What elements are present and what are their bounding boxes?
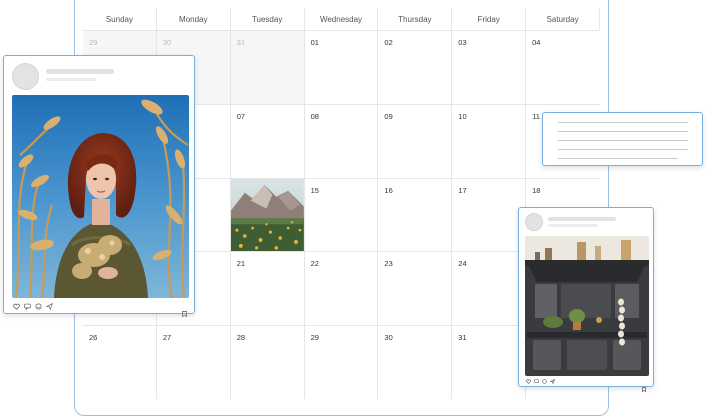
- calendar-day[interactable]: 21: [230, 251, 305, 326]
- post-actions: [13, 303, 53, 310]
- day-number: 04: [532, 38, 541, 47]
- text-line-placeholder: [558, 158, 678, 160]
- heart-icon[interactable]: [13, 303, 20, 310]
- weekday-header: Saturday: [526, 8, 600, 30]
- weekday-header: Wednesday: [304, 8, 379, 30]
- day-number: 18: [532, 185, 541, 195]
- calendar-day[interactable]: 30: [378, 325, 453, 399]
- calendar-day[interactable]: 03: [452, 30, 527, 104]
- day-number: 31: [458, 333, 467, 343]
- day-number: 26: [89, 333, 98, 343]
- text-line-placeholder: [558, 131, 688, 133]
- emoji-icon[interactable]: [542, 379, 547, 384]
- calendar-day[interactable]: 29: [304, 325, 379, 399]
- avatar: [12, 63, 39, 90]
- calendar-day-with-post[interactable]: [230, 177, 305, 252]
- day-number: 30: [384, 333, 393, 343]
- post-image: [525, 236, 649, 376]
- day-number: 10: [458, 111, 467, 121]
- share-icon[interactable]: [46, 303, 53, 310]
- day-number: 29: [310, 333, 319, 343]
- calendar-day[interactable]: 24: [452, 251, 527, 326]
- day-number: 15: [310, 185, 319, 195]
- day-number: 30: [162, 38, 172, 47]
- post-image: [12, 95, 189, 298]
- calendar-day[interactable]: 01: [304, 30, 379, 104]
- text-line-placeholder: [558, 149, 688, 151]
- subtitle-placeholder: [548, 224, 598, 227]
- day-number: 03: [458, 38, 467, 47]
- day-number: 11: [532, 111, 540, 121]
- day-number: 29: [89, 38, 98, 47]
- avatar: [525, 213, 543, 231]
- emoji-icon[interactable]: [35, 303, 42, 310]
- calendar-day[interactable]: 10: [452, 103, 527, 178]
- text-note-card[interactable]: [542, 112, 703, 166]
- day-number: 09: [384, 111, 393, 121]
- post-preview-card[interactable]: [518, 207, 654, 393]
- calendar-day[interactable]: 02: [378, 30, 453, 104]
- calendar-day[interactable]: 28: [230, 325, 305, 399]
- calendar-day[interactable]: 31: [230, 30, 305, 104]
- day-number: 08: [310, 111, 319, 121]
- calendar-day[interactable]: 07: [230, 103, 305, 178]
- calendar-day[interactable]: 22: [304, 251, 379, 326]
- bookmark-icon[interactable]: [642, 379, 646, 393]
- weekday-header: Tuesday: [230, 8, 305, 30]
- share-icon[interactable]: [550, 379, 555, 384]
- post-preview-card[interactable]: [3, 55, 195, 318]
- calendar-day[interactable]: 26: [83, 325, 157, 399]
- calendar-day[interactable]: 16: [378, 177, 453, 252]
- day-number: 31: [236, 38, 246, 47]
- day-number: 16: [384, 185, 393, 195]
- day-number: 21: [236, 259, 246, 269]
- weekday-header: Thursday: [378, 8, 453, 30]
- day-number: 27: [162, 333, 172, 343]
- day-number: 02: [384, 38, 393, 47]
- calendar-day[interactable]: 15: [304, 177, 379, 252]
- heart-icon[interactable]: [526, 379, 531, 384]
- username-placeholder: [548, 217, 616, 221]
- subtitle-placeholder: [46, 78, 96, 81]
- calendar-day[interactable]: 04: [526, 30, 600, 104]
- scheduled-post-thumbnail[interactable]: [230, 178, 304, 252]
- text-line-placeholder: [558, 122, 688, 124]
- calendar-day[interactable]: 31: [452, 325, 527, 399]
- day-number: 24: [458, 259, 467, 269]
- calendar-day[interactable]: 09: [378, 103, 453, 178]
- day-number: 22: [310, 259, 319, 269]
- calendar-day[interactable]: 23: [378, 251, 453, 326]
- weekday-header: Friday: [452, 8, 527, 30]
- weekday-header: Monday: [156, 8, 231, 30]
- day-number: 17: [458, 185, 467, 195]
- calendar-day[interactable]: 17: [452, 177, 527, 252]
- bookmark-icon[interactable]: [182, 304, 187, 318]
- username-placeholder: [46, 69, 114, 74]
- comment-icon[interactable]: [534, 379, 539, 384]
- calendar-day[interactable]: 27: [156, 325, 231, 399]
- day-number: 23: [384, 259, 393, 269]
- post-actions: [526, 379, 555, 384]
- text-line-placeholder: [558, 140, 688, 142]
- day-number: 28: [236, 333, 246, 343]
- day-number: 07: [236, 111, 246, 121]
- comment-icon[interactable]: [24, 303, 31, 310]
- calendar-day[interactable]: 08: [304, 103, 379, 178]
- day-number: 01: [310, 38, 319, 47]
- weekday-header: Sunday: [83, 8, 157, 30]
